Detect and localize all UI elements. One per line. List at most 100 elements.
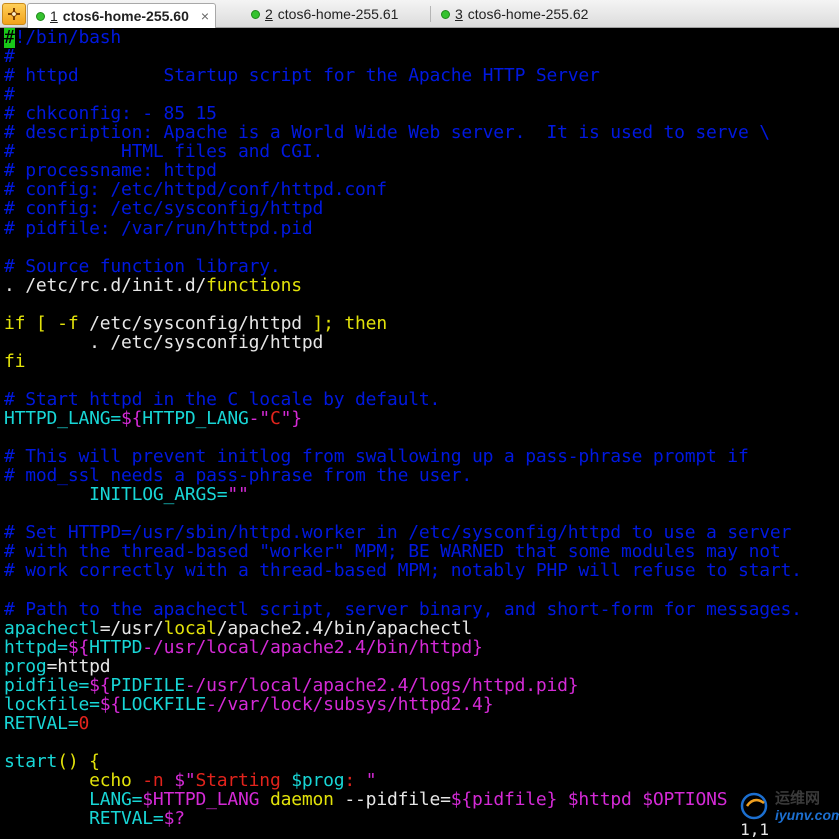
tab-number: 3 (455, 6, 463, 22)
code-line: RETVAL=0 (4, 714, 89, 733)
code-token: () { (57, 750, 100, 772)
code-line: echo -n $"Starting $prog: " (4, 771, 376, 790)
code-line: # (4, 85, 15, 104)
code-line: # config: /etc/sysconfig/httpd (4, 199, 323, 218)
code-token: -/var/lock/subsys/httpd2.4 (206, 693, 483, 715)
code-token: HTTPD (89, 636, 143, 658)
code-line: # This will prevent initlog from swallow… (4, 447, 749, 466)
code-token: -n (142, 769, 175, 791)
code-line: # pidfile: /var/run/httpd.pid (4, 217, 313, 239)
code-line: # Start httpd in the C locale by default… (4, 390, 440, 409)
code-token: apachectl (4, 617, 100, 639)
code-token: "} (280, 408, 302, 429)
tab-bar: 1 ctos6-home-255.60 × 2 ctos6-home-255.6… (0, 0, 839, 28)
code-token: C (269, 408, 281, 429)
code-token: RETVAL= (4, 712, 79, 734)
connected-status-icon (441, 9, 450, 19)
code-token: # Set HTTPD=/usr/sbin/httpd.worker in /e… (4, 522, 792, 544)
code-line: LANG=$HTTPD_LANG daemon --pidfile=${pidf… (4, 790, 727, 809)
code-line: httpd=${HTTPD-/usr/local/apache2.4/bin/h… (4, 638, 483, 657)
tab-session-1[interactable]: 1 ctos6-home-255.60 × (27, 3, 217, 28)
code-token: # (4, 46, 15, 68)
code-line: # with the thread-based "worker" MPM; BE… (4, 542, 781, 561)
code-token: 0 (78, 712, 90, 734)
code-token: -/usr/local/apache2.4/bin/httpd (142, 636, 473, 658)
code-token: prog (4, 655, 47, 677)
code-line: lockfile=${LOCKFILE-/var/lock/subsys/htt… (4, 693, 494, 715)
code-token: local (163, 617, 217, 639)
code-line: start() { (4, 752, 100, 771)
code-token: ]; then (312, 312, 388, 334)
code-token: # mod_ssl needs a pass-phrase from the u… (4, 465, 473, 487)
code-line: # chkconfig: - 85 15 (4, 104, 217, 123)
close-tab-icon[interactable]: × (201, 8, 209, 24)
code-token: start (4, 750, 58, 772)
watermark-logo-icon (740, 792, 768, 820)
tab-label: ctos6-home-255.60 (62, 8, 189, 24)
code-token: LANG= (4, 789, 143, 810)
code-token: HTTPD_LANG= (4, 408, 122, 429)
code-token: lockfile= (4, 693, 100, 715)
code-token: ${ (67, 636, 90, 658)
code-token: # This will prevent initlog from swallow… (4, 446, 749, 468)
session-menu-button[interactable] (2, 3, 26, 25)
code-line: # description: Apache is a World Wide We… (4, 123, 770, 142)
code-token: # processname: httpd (4, 160, 217, 182)
code-line: INITLOG_ARGS="" (4, 485, 249, 504)
code-line: # work correctly with a thread-based MPM… (4, 561, 802, 580)
code-token: } (567, 674, 579, 696)
pin-icon (8, 8, 20, 20)
code-token: $httpd $OPTIONS (567, 789, 728, 810)
code-token: # (4, 84, 15, 106)
code-token: ${pidfile} (450, 789, 568, 810)
code-token: HTTPD_LANG (142, 408, 249, 429)
tab-label: ctos6-home-255.61 (277, 6, 399, 22)
code-token: # httpd Startup script for the Apache HT… (4, 65, 600, 87)
code-token: # work correctly with a thread-based MPM… (4, 560, 802, 582)
code-line: # HTML files and CGI. (4, 142, 323, 161)
tab-session-2[interactable]: 2 ctos6-home-255.61 (243, 3, 398, 25)
code-token: ${ (121, 408, 143, 429)
code-token: /etc/sysconfig/httpd (89, 312, 313, 334)
code-token: # config: /etc/sysconfig/httpd (4, 198, 324, 220)
code-line: . /etc/rc.d/init.d/functions (4, 276, 302, 295)
code-token: # description: Apache is a World Wide We… (4, 122, 770, 144)
code-token: !/bin/bash (14, 28, 122, 48)
code-line: prog=httpd (4, 655, 111, 677)
code-line: # processname: httpd (4, 161, 217, 180)
connected-status-icon (36, 11, 45, 21)
code-token: httpd= (4, 636, 68, 658)
code-token: # HTML files and CGI. (4, 141, 324, 163)
code-line: RETVAL=$? (4, 809, 185, 828)
code-token: pidfile= (4, 674, 90, 696)
code-token: fi (4, 350, 26, 372)
connected-status-icon (251, 9, 260, 19)
watermark-text: 运维网 (775, 790, 821, 807)
code-line: # Source function library. (4, 257, 281, 276)
code-line: HTTPD_LANG=${HTTPD_LANG-"C"} (4, 409, 302, 428)
code-token: --pidfile= (344, 789, 451, 810)
code-token: # Start httpd in the C locale by default… (4, 388, 441, 410)
code-line: fi (4, 352, 25, 371)
tab-session-3[interactable]: 3 ctos6-home-255.62 (437, 3, 588, 25)
tab-divider (430, 6, 431, 22)
code-token: echo (4, 769, 143, 791)
code-token: . /etc/rc.d/init.d/ (4, 274, 207, 296)
code-token: # with the thread-based "worker" MPM; BE… (4, 541, 781, 563)
code-token: -/usr/local/apache2.4/logs/httpd.pid (184, 674, 568, 696)
tab-number: 2 (265, 6, 273, 22)
code-token: PIDFILE (110, 674, 185, 696)
code-token: if [ -f (4, 312, 90, 334)
code-line: #!/bin/bash (4, 28, 122, 48)
code-line: # (4, 47, 15, 66)
code-token: . /etc/sysconfig/httpd (4, 331, 324, 353)
code-token: ${ (89, 674, 111, 696)
code-token: =httpd (46, 655, 111, 677)
terminal-screen[interactable]: #!/bin/bash # # httpd Startup script for t… (0, 28, 839, 833)
code-token: $HTTPD_LANG (142, 789, 270, 810)
code-line: if [ -f /etc/sysconfig/httpd ]; then (4, 314, 387, 333)
code-token: # pidfile: /var/run/httpd.pid (4, 217, 313, 239)
code-token: "" (227, 484, 249, 506)
code-line: # Path to the apachectl script, server b… (4, 600, 802, 619)
code-line: . /etc/sysconfig/httpd (4, 333, 323, 352)
